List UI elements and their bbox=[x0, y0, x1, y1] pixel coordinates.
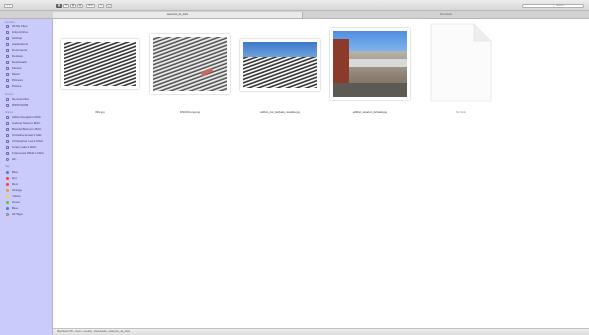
tab-downloads[interactable]: Downloads bbox=[303, 12, 589, 18]
applications-icon bbox=[6, 42, 9, 46]
sidebar-item-shared-5[interactable]: Christopher Lee's MAC bbox=[6, 139, 43, 143]
computer-icon bbox=[6, 121, 9, 125]
back-forward-buttons[interactable]: ‹ › bbox=[4, 4, 13, 8]
file-icon-grid: IMG.jpg DSC019.png.png edificio_con_fach… bbox=[53, 19, 589, 328]
downloads-icon bbox=[6, 60, 9, 64]
sidebar-item-music[interactable]: Music bbox=[6, 72, 20, 76]
sidebar-item-shared-3[interactable]: Brenda Bishop's MAC bbox=[6, 127, 41, 131]
disc-icon bbox=[6, 97, 9, 101]
sidebar-item-shared-2[interactable]: Andrew Stone's MAC bbox=[6, 121, 40, 125]
column-view-button[interactable]: ▥ bbox=[70, 4, 76, 8]
street-shape bbox=[333, 83, 407, 97]
computer-icon bbox=[6, 133, 9, 137]
tab-bar: seleccion_de_fotos Downloads bbox=[0, 11, 589, 19]
file-thumbnail[interactable] bbox=[150, 34, 230, 94]
sidebar: Favorites All My Files iCloud Drive AirD… bbox=[0, 19, 53, 335]
sidebar-tag-blue[interactable]: Blue bbox=[6, 170, 18, 174]
shared-heading: Shared bbox=[5, 111, 13, 114]
sidebar-item-icloud-drive[interactable]: iCloud Drive bbox=[6, 30, 28, 34]
green-tag-dot-icon bbox=[6, 200, 9, 204]
file-name[interactable]: Sin titulo bbox=[430, 111, 492, 114]
drive-icon bbox=[6, 103, 9, 107]
computer-icon bbox=[6, 127, 9, 131]
sidebar-item-shared-6[interactable]: Cindy Lake's MAC bbox=[6, 145, 37, 149]
blue-tag-dot-icon bbox=[6, 170, 9, 174]
gallery-view-button[interactable]: ▤ bbox=[77, 4, 83, 8]
list-view-button[interactable]: ☰ bbox=[63, 4, 69, 8]
pictures-icon bbox=[6, 78, 9, 82]
tags-button[interactable]: ◯ bbox=[106, 4, 112, 8]
sidebar-item-remote-disc[interactable]: Remote Disc bbox=[6, 97, 29, 101]
documents-icon bbox=[6, 48, 9, 52]
file-thumbnail[interactable] bbox=[330, 28, 410, 100]
sidebar-tag-all[interactable]: All Tags... bbox=[6, 212, 25, 216]
sidebar-item-desktop[interactable]: Desktop bbox=[6, 54, 23, 58]
sidebar-item-photos[interactable]: Photos bbox=[6, 84, 21, 88]
sidebar-tag-red[interactable]: Red bbox=[6, 182, 18, 186]
sidebar-tag-blue-2[interactable]: Blue bbox=[6, 206, 18, 210]
movies-icon bbox=[6, 66, 9, 70]
path-bar: Macintosh HD › Users › usuario › Downloa… bbox=[53, 328, 589, 335]
orange-tag-dot-icon bbox=[6, 188, 9, 192]
arrange-menu-button[interactable]: ⚙ ▾ bbox=[86, 4, 95, 8]
sky-area bbox=[243, 42, 317, 57]
tags-heading: Tags bbox=[5, 165, 11, 168]
sidebar-item-applications[interactable]: Applications bbox=[6, 42, 28, 46]
sidebar-item-all-my-files[interactable]: All My Files bbox=[6, 24, 27, 28]
sidebar-item-movies[interactable]: Movies bbox=[6, 66, 22, 70]
photos-icon bbox=[6, 84, 9, 88]
file-name[interactable]: DSC019.png.png bbox=[150, 111, 230, 114]
all-tags-icon bbox=[6, 212, 9, 216]
blue-tag-dot-icon bbox=[6, 206, 9, 210]
music-icon bbox=[6, 72, 9, 76]
sidebar-tag-green[interactable]: Green bbox=[6, 200, 20, 204]
airdrop-icon bbox=[6, 36, 9, 40]
computer-icon bbox=[6, 115, 9, 119]
sidebar-item-shared-all[interactable]: All... bbox=[6, 157, 18, 161]
sidebar-item-shared-7[interactable]: Francesca Wilde's MAC bbox=[6, 151, 44, 155]
file-name[interactable]: IMG.jpg bbox=[61, 111, 139, 114]
computer-icon bbox=[6, 151, 9, 155]
red-tag-dot-icon bbox=[6, 176, 9, 180]
search-field[interactable]: ⌕ Search bbox=[522, 4, 584, 8]
devices-heading: Devices bbox=[5, 93, 14, 96]
file-thumbnail[interactable] bbox=[240, 39, 320, 91]
sidebar-item-pictures[interactable]: Pictures bbox=[6, 78, 23, 82]
finder-toolbar: ‹ › ▦ ☰ ▥ ▤ ⚙ ▾ ⇪ ◯ ⌕ Search bbox=[0, 0, 589, 11]
sidebar-tag-hot[interactable]: Hot bbox=[6, 176, 17, 180]
sidebar-tag-yellow[interactable]: Yellow bbox=[6, 194, 21, 198]
document-icon[interactable] bbox=[430, 23, 492, 102]
icon-view-button[interactable]: ▦ bbox=[56, 4, 62, 8]
sidebar-item-documents[interactable]: Documents bbox=[6, 48, 27, 52]
sidebar-item-airdrop[interactable]: AirDrop bbox=[6, 36, 22, 40]
network-icon bbox=[6, 157, 9, 161]
yellow-tag-dot-icon bbox=[6, 194, 9, 198]
sidebar-item-shared-4[interactable]: Christina Amato's Mac bbox=[6, 133, 42, 137]
sidebar-item-downloads[interactable]: Downloads bbox=[6, 60, 27, 64]
red-tag-dot-icon bbox=[6, 182, 9, 186]
cloud-icon bbox=[6, 30, 9, 34]
sidebar-item-shared-1[interactable]: Abbie Douglas's MAC bbox=[6, 115, 41, 119]
all-files-icon bbox=[6, 24, 9, 28]
share-button[interactable]: ⇪ bbox=[98, 4, 104, 8]
computer-icon bbox=[6, 145, 9, 149]
path-text[interactable]: Macintosh HD › Users › usuario › Downloa… bbox=[57, 330, 130, 333]
bridge-shape bbox=[349, 59, 407, 67]
search-icon: ⌕ bbox=[553, 4, 555, 8]
image-preview bbox=[153, 37, 227, 91]
search-placeholder: Search bbox=[556, 4, 564, 7]
tab-seleccion-de-fotos[interactable]: seleccion_de_fotos bbox=[53, 12, 303, 18]
sidebar-item-wintousb[interactable]: WINTOUSB bbox=[6, 103, 28, 107]
computer-icon bbox=[6, 139, 9, 143]
image-preview bbox=[64, 42, 136, 86]
file-thumbnail[interactable] bbox=[61, 39, 139, 89]
file-name[interactable]: edificio_estacion_fachada.jpg bbox=[315, 111, 425, 114]
desktop-icon bbox=[6, 54, 9, 58]
sidebar-tag-orange[interactable]: Orange bbox=[6, 188, 22, 192]
